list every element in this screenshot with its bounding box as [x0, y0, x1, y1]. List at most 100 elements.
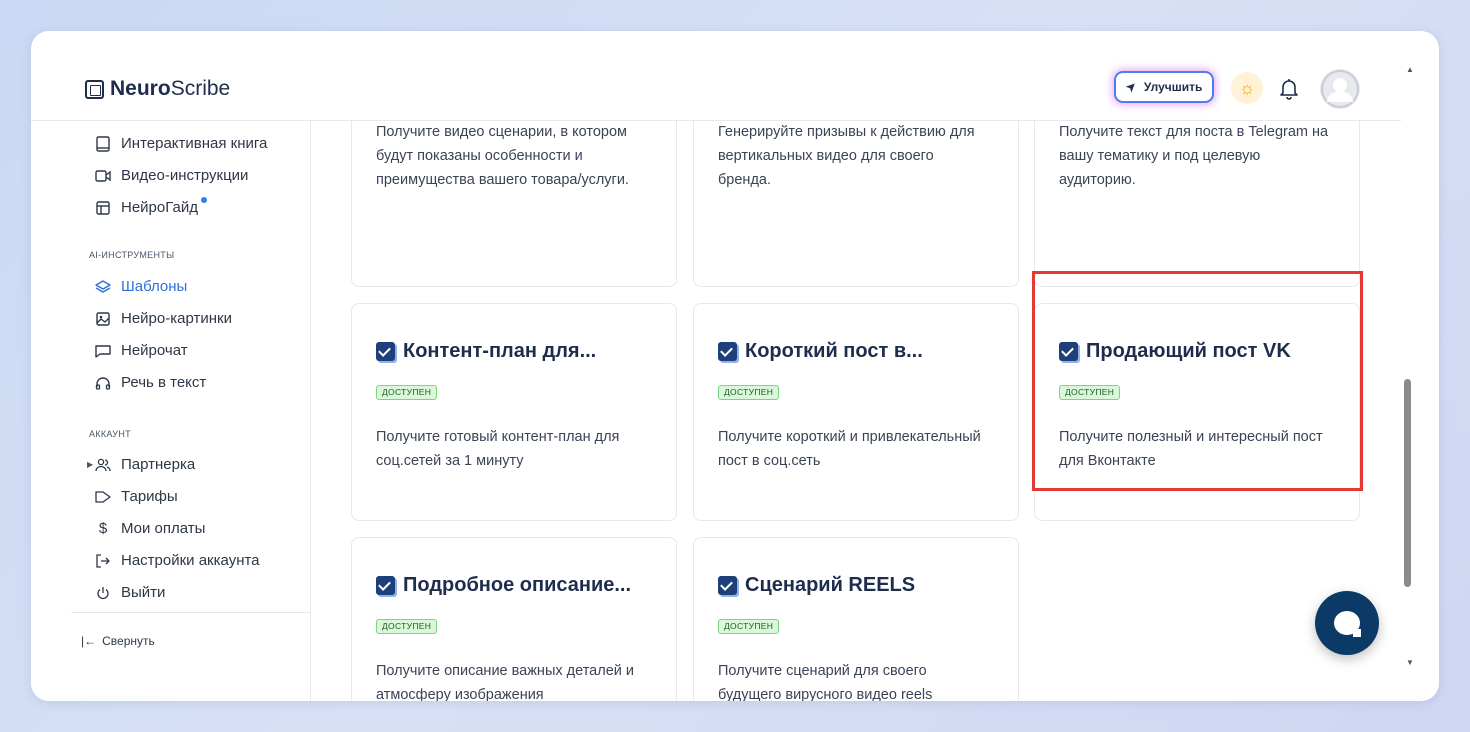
sidebar-item-neuroguide[interactable]: НейроГайд: [95, 197, 207, 216]
status-badge: доступен: [376, 385, 438, 400]
sidebar-item-label: Тарифы: [121, 488, 178, 505]
new-dot-indicator: [201, 197, 207, 203]
support-chat-button[interactable]: [1315, 591, 1379, 655]
sidebar-item-label: Мои оплаты: [121, 520, 206, 537]
sidebar-item-templates[interactable]: Шаблоны: [95, 278, 187, 295]
card-title-text: Подробное описание...: [403, 574, 632, 596]
sidebar-item-label: Речь в текст: [121, 374, 207, 391]
card-description: Генерируйте призывы к действию для верти…: [718, 124, 975, 188]
scrollbar-thumb[interactable]: [1404, 379, 1411, 587]
sidebar-item-my-payments[interactable]: $ Мои оплаты: [95, 520, 206, 537]
sidebar-item-video-guides[interactable]: Видео-инструкции: [95, 167, 248, 184]
logo-icon: [85, 79, 104, 99]
section-title-ai-tools: AI-инструменты: [89, 250, 175, 260]
chat-icon: [95, 343, 111, 359]
collapse-arrow-icon: |←: [81, 634, 97, 648]
status-badge: доступен: [718, 619, 780, 634]
sidebar-item-neuro-images[interactable]: Нейро-картинки: [95, 310, 232, 327]
upgrade-label: Улучшить: [1143, 80, 1203, 94]
card-description: Получите сценарий для своего будущего ви…: [718, 663, 933, 701]
template-card-selling-post-vk[interactable]: Продающий пост VK доступен Получите поле…: [1034, 303, 1360, 521]
template-card[interactable]: Получите видео сценарии, в котором будут…: [351, 121, 677, 287]
card-description: Получите текст для поста в Telegram на в…: [1059, 124, 1329, 188]
template-card-detailed-description[interactable]: Подробное описание... доступен Получите …: [351, 537, 677, 701]
template-card-content-plan[interactable]: Контент-план для... доступен Получите го…: [351, 303, 677, 521]
scroll-down-arrow-icon[interactable]: ▼: [1406, 658, 1414, 667]
sidebar-item-label: Шаблоны: [121, 278, 188, 295]
logo[interactable]: NeuroScribe: [85, 77, 230, 101]
login-icon: [95, 553, 111, 569]
logo-bold: Neuro: [110, 77, 171, 100]
sidebar-item-label: Партнерка: [121, 456, 196, 473]
checkbox-icon: [718, 342, 737, 361]
checkbox-icon: [376, 576, 395, 595]
card-title: Сценарий REELS: [718, 574, 915, 597]
templates-grid: Получите видео сценарии, в котором будут…: [312, 121, 1401, 701]
sidebar-item-label: Выйти: [121, 584, 166, 601]
card-title: Подробное описание...: [376, 574, 631, 597]
rocket-icon: ➤: [1121, 77, 1141, 96]
template-card-reels-script[interactable]: Сценарий REELS доступен Получите сценари…: [693, 537, 1019, 701]
checkbox-icon: [376, 342, 395, 361]
book-icon: [95, 135, 111, 152]
theme-toggle-button[interactable]: ☼: [1231, 72, 1263, 104]
sidebar-item-partners[interactable]: Партнерка: [95, 456, 195, 473]
expand-caret-icon[interactable]: ▶: [87, 460, 93, 469]
template-card[interactable]: Генерируйте призывы к действию для верти…: [693, 121, 1019, 287]
scroll-up-arrow-icon[interactable]: ▲: [1406, 65, 1414, 74]
bell-icon: [1280, 79, 1298, 100]
dollar-icon: $: [98, 520, 108, 537]
sun-icon: ☼: [1238, 77, 1256, 98]
template-card-short-post[interactable]: Короткий пост в... доступен Получите кор…: [693, 303, 1019, 521]
checkbox-icon: [718, 576, 737, 595]
card-description: Получите готовый контент-план для соц.се…: [376, 429, 620, 469]
collapse-sidebar-button[interactable]: |← Свернуть: [81, 634, 155, 648]
checkbox-icon: [1059, 342, 1078, 361]
card-title: Короткий пост в...: [718, 340, 923, 363]
users-icon: [95, 457, 111, 473]
card-description: Получите видео сценарии, в котором будут…: [376, 124, 629, 188]
card-title-text: Продающий пост VK: [1086, 340, 1291, 362]
sidebar-item-neurochat[interactable]: Нейрочат: [95, 342, 188, 359]
sidebar: Интерактивная книга Видео-инструкции Ней…: [31, 121, 311, 701]
logo-rest: Scribe: [170, 77, 231, 100]
sidebar-divider: [71, 612, 311, 613]
sidebar-item-label: НейроГайд: [121, 199, 198, 216]
scrollbar[interactable]: ▲ ▼: [1401, 61, 1421, 676]
section-title-account: Аккаунт: [89, 429, 131, 439]
status-badge: доступен: [1059, 385, 1121, 400]
sidebar-item-account-settings[interactable]: Настройки аккаунта: [95, 552, 260, 569]
sidebar-item-label: Интерактивная книга: [121, 135, 268, 152]
template-card[interactable]: Получите текст для поста в Telegram на в…: [1034, 121, 1360, 287]
sidebar-item-label: Нейро-картинки: [121, 310, 232, 327]
card-title-text: Короткий пост в...: [745, 340, 923, 362]
image-icon: [95, 311, 111, 327]
card-title: Продающий пост VK: [1059, 340, 1291, 363]
card-title-text: Контент-план для...: [403, 340, 597, 362]
upgrade-button[interactable]: ➤ Улучшить: [1114, 71, 1215, 103]
notifications-button[interactable]: [1275, 74, 1303, 102]
card-description: Получите полезный и интересный пост для …: [1059, 429, 1323, 469]
user-avatar[interactable]: [1320, 69, 1360, 109]
sidebar-item-logout[interactable]: Выйти: [95, 584, 165, 601]
tag-icon: [95, 489, 111, 505]
card-title-text: Сценарий REELS: [745, 574, 916, 596]
card-title: Контент-план для...: [376, 340, 596, 363]
table-icon: [95, 200, 111, 216]
video-icon: [95, 168, 111, 184]
sidebar-item-label: Видео-инструкции: [121, 167, 249, 184]
card-description: Получите короткий и привлекательный пост…: [718, 429, 981, 469]
headphones-icon: [95, 375, 111, 391]
sidebar-item-speech-to-text[interactable]: Речь в текст: [95, 374, 206, 391]
top-bar: NeuroScribe ➤ Улучшить ☼: [31, 31, 1401, 121]
sidebar-item-interactive-book[interactable]: Интерактивная книга: [95, 135, 267, 152]
layers-icon: [95, 279, 111, 295]
power-icon: [95, 585, 111, 601]
app-window: NeuroScribe ➤ Улучшить ☼ Интерактивная к…: [31, 31, 1439, 701]
card-description: Получите описание важных деталей и атмос…: [376, 663, 634, 701]
user-icon: [1321, 70, 1359, 108]
collapse-label: Свернуть: [102, 634, 155, 648]
sidebar-item-tariffs[interactable]: Тарифы: [95, 488, 178, 505]
status-badge: доступен: [376, 619, 438, 634]
sidebar-item-label: Нейрочат: [121, 342, 188, 359]
